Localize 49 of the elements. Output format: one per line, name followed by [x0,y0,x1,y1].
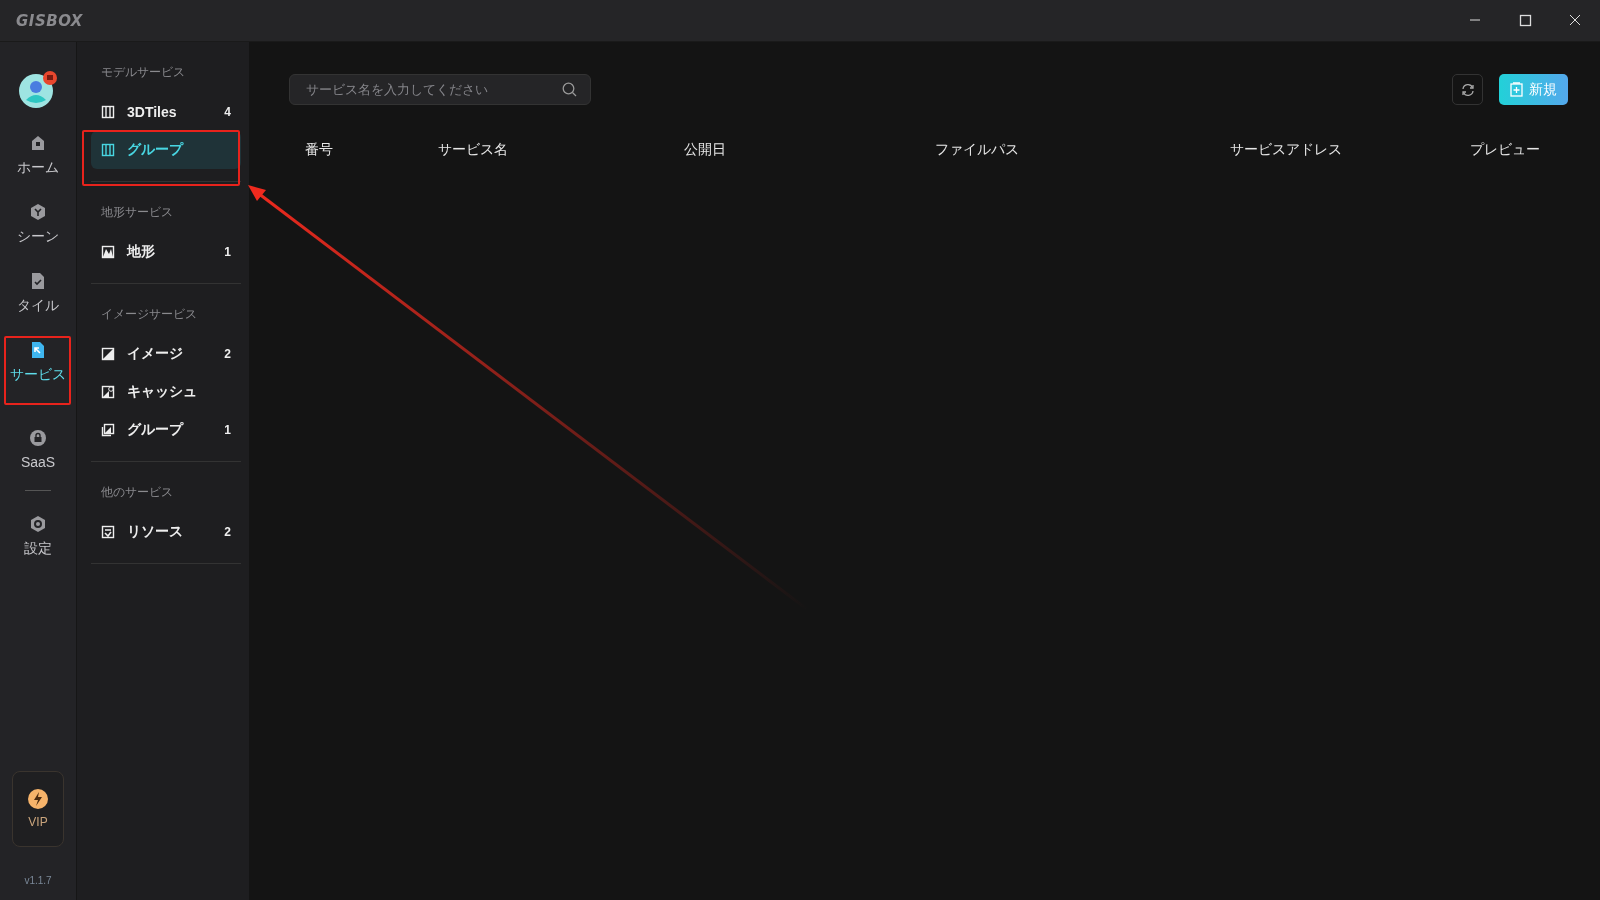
nav-item[interactable]: タイル [7,258,69,327]
column-header: プレビュー [1470,141,1541,159]
grid-icon [101,105,115,119]
section-heading: モデルサービス [100,64,186,81]
nav-item[interactable]: サービス [7,327,69,396]
column-header: サービス名 [438,141,509,159]
nav-item[interactable]: 設定 [7,501,69,570]
app-logo: GISBOX [16,11,84,30]
avatar-icon[interactable] [18,70,58,110]
nav-item[interactable]: SaaS [7,415,69,482]
refresh-button[interactable] [1452,74,1483,105]
refresh-icon [1460,82,1475,97]
document-arrow-icon [29,341,47,359]
close-icon [1568,14,1582,27]
menu-item[interactable]: キャッシュ [91,373,241,411]
highlight-frame [4,336,71,405]
add-file-icon [1510,82,1523,97]
lock-icon [29,429,47,447]
column-header: ファイルパス [935,141,1020,159]
column-header: サービスアドレス [1230,141,1343,159]
mountain-icon [101,245,115,259]
vip-button[interactable]: VIP [12,771,64,847]
nav-item[interactable]: シーン [7,189,69,258]
image-icon [101,347,115,361]
version-label: v1.1.7 [24,875,52,886]
settings-icon [29,515,47,533]
search-field[interactable]: サービス名を入力してください [289,74,591,105]
image-clock-icon [101,385,115,399]
menu-item[interactable]: グループ [91,131,241,169]
nav-item[interactable]: ホーム [7,120,69,189]
search-icon [562,82,577,97]
cube-icon [29,203,47,221]
menu-item[interactable]: イメージ 2 [91,335,241,373]
section-heading: 地形サービス [100,204,174,221]
menu-item[interactable]: 地形 1 [91,233,241,271]
menu-item[interactable]: グループ 1 [91,411,241,449]
images-icon [101,423,115,437]
section-heading: イメージサービス [100,306,198,323]
section-heading: 他のサービス [100,484,174,501]
house-icon [29,134,47,152]
menu-item[interactable]: リソース 2 [91,513,241,551]
column-header: 公開日 [684,141,727,159]
column-header: 番号 [305,141,334,159]
maximize-icon [1518,14,1532,27]
grid-icon [101,143,115,157]
document-check-icon [29,272,47,290]
document-icon [101,525,115,539]
menu-item[interactable]: 3DTiles 4 [91,93,241,131]
lightning-icon [28,789,48,809]
